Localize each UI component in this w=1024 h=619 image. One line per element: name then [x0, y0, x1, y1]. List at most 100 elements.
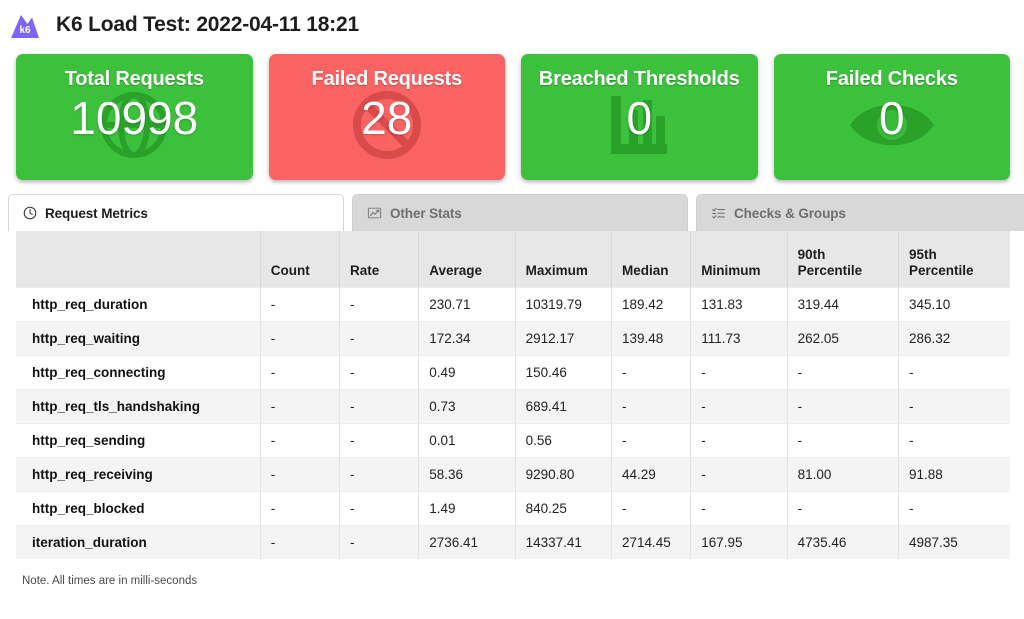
kpi-label: Breached Thresholds: [538, 68, 740, 90]
cell-minimum: -: [690, 456, 788, 491]
cell-median: -: [611, 422, 692, 457]
cell-maximum: 10319.79: [515, 286, 612, 321]
cell-average: 230.71: [418, 286, 516, 321]
table-row[interactable]: http_req_waiting - - 172.34 2912.17 139.…: [16, 320, 1010, 355]
page-title: K6 Load Test: 2022-04-11 18:21: [56, 13, 359, 36]
cell-rate: -: [339, 320, 420, 355]
page-header: k6 K6 Load Test: 2022-04-11 18:21: [0, 0, 1024, 44]
cell-minimum: -: [690, 388, 788, 423]
column-header-p90[interactable]: 90th Percentile: [787, 231, 900, 287]
table-body: http_req_duration - - 230.71 10319.79 18…: [16, 286, 1010, 559]
cell-count: -: [260, 286, 340, 321]
kpi-label: Failed Checks: [825, 68, 958, 90]
column-header-average[interactable]: Average: [418, 231, 516, 287]
k6-mountain-logo-icon: k6: [8, 8, 42, 42]
cell-rate: -: [339, 524, 420, 559]
cell-p90: 4735.46: [787, 524, 900, 559]
cell-count: -: [260, 524, 340, 559]
cell-minimum: 111.73: [690, 320, 788, 355]
cell-average: 0.49: [418, 354, 516, 389]
cell-metric: http_req_sending: [16, 422, 261, 457]
table-row[interactable]: http_req_receiving - - 58.36 9290.80 44.…: [16, 456, 1010, 491]
cell-p90: 262.05: [787, 320, 900, 355]
cell-minimum: -: [690, 490, 788, 525]
kpi-card-breached-thresholds[interactable]: Breached Thresholds 0: [521, 54, 758, 180]
cell-metric: http_req_tls_handshaking: [16, 388, 261, 423]
cell-maximum: 150.46: [515, 354, 612, 389]
cell-rate: -: [339, 286, 420, 321]
cell-count: -: [260, 456, 340, 491]
cell-count: -: [260, 388, 340, 423]
table-row[interactable]: http_req_tls_handshaking - - 0.73 689.41…: [16, 388, 1010, 423]
cell-p95: -: [898, 422, 1010, 457]
request-metrics-table-wrap: Count Rate Average Maximum Median Minimu…: [0, 231, 1024, 559]
cell-median: -: [611, 388, 692, 423]
column-header-maximum[interactable]: Maximum: [515, 231, 612, 287]
cell-average: 0.73: [418, 388, 516, 423]
cell-count: -: [260, 422, 340, 457]
cell-p90: 319.44: [787, 286, 900, 321]
cell-count: -: [260, 490, 340, 525]
tab-label: Other Stats: [390, 205, 462, 221]
cell-minimum: 131.83: [690, 286, 788, 321]
cell-p95: 4987.35: [898, 524, 1010, 559]
table-row[interactable]: http_req_duration - - 230.71 10319.79 18…: [16, 286, 1010, 321]
cell-median: 189.42: [611, 286, 692, 321]
cell-minimum: 167.95: [690, 524, 788, 559]
column-header-rate[interactable]: Rate: [339, 231, 420, 287]
cell-rate: -: [339, 422, 420, 457]
cell-maximum: 14337.41: [515, 524, 612, 559]
cell-p95: 286.32: [898, 320, 1010, 355]
cell-metric: http_req_waiting: [16, 320, 261, 355]
table-header-row: Count Rate Average Maximum Median Minimu…: [16, 231, 1010, 287]
cell-count: -: [260, 354, 340, 389]
cell-median: -: [611, 490, 692, 525]
cell-p90: 81.00: [787, 456, 900, 491]
tab-other-stats[interactable]: Other Stats: [352, 194, 688, 231]
cell-p95: -: [898, 388, 1010, 423]
clock-icon: [23, 206, 37, 220]
table-row[interactable]: iteration_duration - - 2736.41 14337.41 …: [16, 524, 1010, 559]
kpi-label: Total Requests: [64, 68, 204, 90]
cell-metric: http_req_blocked: [16, 490, 261, 525]
cell-median: -: [611, 354, 692, 389]
cell-p95: 91.88: [898, 456, 1010, 491]
cell-p95: -: [898, 354, 1010, 389]
cell-count: -: [260, 320, 340, 355]
k6-report-page: k6 K6 Load Test: 2022-04-11 18:21 Total …: [0, 0, 1024, 619]
column-header-count[interactable]: Count: [260, 231, 340, 287]
cell-metric: iteration_duration: [16, 524, 261, 559]
cell-maximum: 2912.17: [515, 320, 612, 355]
cell-rate: -: [339, 388, 420, 423]
tab-checks-and-groups[interactable]: Checks & Groups: [696, 194, 1024, 231]
cell-p90: -: [787, 422, 900, 457]
column-header-median[interactable]: Median: [611, 231, 692, 287]
cell-p90: -: [787, 490, 900, 525]
kpi-card-failed-requests[interactable]: Failed Requests 28: [268, 54, 505, 180]
cell-average: 58.36: [418, 456, 516, 491]
cell-p95: -: [898, 490, 1010, 525]
tab-bar: Request Metrics Other Stats Checks & Gro…: [0, 180, 1024, 231]
request-metrics-table: Count Rate Average Maximum Median Minimu…: [16, 231, 1010, 559]
cell-p90: -: [787, 354, 900, 389]
table-row[interactable]: http_req_sending - - 0.01 0.56 - - - -: [16, 422, 1010, 457]
cell-metric: http_req_duration: [16, 286, 261, 321]
kpi-card-total-requests[interactable]: Total Requests 10998: [16, 54, 253, 180]
column-header-p95[interactable]: 95th Percentile: [898, 231, 1010, 287]
cell-metric: http_req_connecting: [16, 354, 261, 389]
column-header-minimum[interactable]: Minimum: [690, 231, 788, 287]
table-row[interactable]: http_req_connecting - - 0.49 150.46 - - …: [16, 354, 1010, 389]
cell-median: 2714.45: [611, 524, 692, 559]
footer-note: Note. All times are in milli-seconds: [22, 575, 198, 587]
cell-p95: 345.10: [898, 286, 1010, 321]
tab-request-metrics[interactable]: Request Metrics: [8, 194, 344, 231]
cell-average: 172.34: [418, 320, 516, 355]
tab-label: Checks & Groups: [734, 205, 846, 221]
column-header-metric[interactable]: [16, 231, 261, 287]
table-row[interactable]: http_req_blocked - - 1.49 840.25 - - - -: [16, 490, 1010, 525]
kpi-card-failed-checks[interactable]: Failed Checks 0: [773, 54, 1010, 180]
table-header: Count Rate Average Maximum Median Minimu…: [16, 231, 1010, 287]
cell-maximum: 9290.80: [515, 456, 612, 491]
svg-text:k6: k6: [19, 25, 31, 36]
cell-metric: http_req_receiving: [16, 456, 261, 491]
